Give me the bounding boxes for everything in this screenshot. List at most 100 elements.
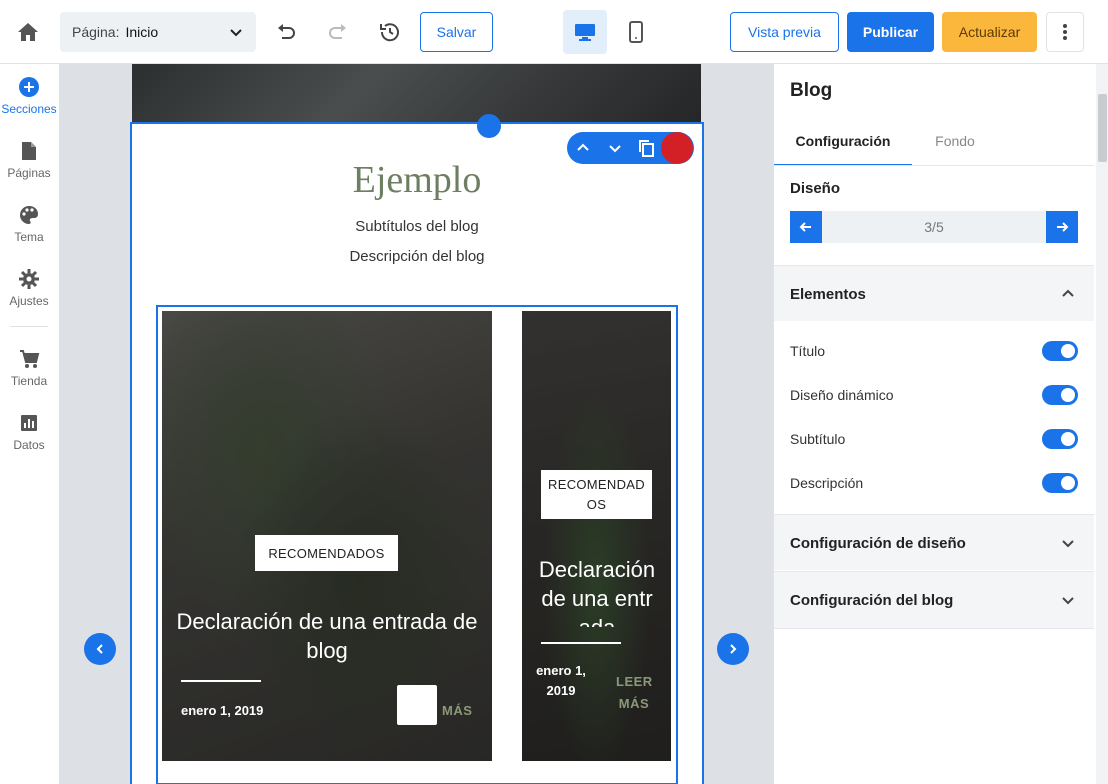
blog-config-section-header[interactable]: Configuración del blog (774, 571, 1094, 629)
blog-config-label: Configuración del blog (790, 592, 954, 609)
blog-card[interactable]: RECOMENDADOS Declaración de una entrada … (162, 311, 492, 761)
card-title[interactable]: Declaración de una entrada de blog (172, 607, 482, 665)
toggle-knob (1061, 388, 1075, 402)
design-stepper: 3/5 (790, 211, 1078, 243)
toggle-label: Subtítulo (790, 431, 846, 447)
toggle-knob (1061, 344, 1075, 358)
hero-image (132, 64, 701, 124)
card-title[interactable]: Declaración de una entrada (536, 555, 658, 627)
sidebar-item-label: Ajustes (9, 294, 49, 308)
design-config-label: Configuración de diseño (790, 535, 966, 552)
blog-card[interactable]: RECOMENDADOS Declaración de una entrada … (522, 311, 671, 761)
mobile-icon (629, 21, 643, 43)
card-date: enero 1, 2019 (181, 703, 264, 718)
arrow-left-icon (799, 222, 811, 232)
toggle-knob (1061, 432, 1075, 446)
page-icon (22, 142, 36, 160)
page-selector-value: Inicio (125, 24, 159, 40)
blog-description[interactable]: Descripción del blog (132, 248, 702, 265)
toggle-row-description: Descripción (774, 461, 1094, 505)
arrow-right-icon (1057, 222, 1069, 232)
chart-icon (21, 415, 37, 431)
toggle-row-subtitle: Subtítulo (774, 417, 1094, 461)
blog-subtitle[interactable]: Subtítulos del blog (132, 218, 702, 235)
card-read-more[interactable]: MÁS (442, 703, 472, 718)
toggle-knob (1061, 476, 1075, 490)
toggle-label: Título (790, 343, 826, 359)
sidebar-item-label: Tienda (10, 374, 48, 388)
redo-icon[interactable] (326, 20, 350, 44)
title-toggle[interactable] (1042, 341, 1078, 361)
design-prev-button[interactable] (790, 211, 822, 243)
desktop-view-button[interactable] (563, 10, 607, 54)
chevron-up-icon (1062, 289, 1074, 297)
card-divider (541, 642, 621, 644)
scrollbar-thumb[interactable] (1098, 94, 1107, 162)
panel-title: Blog (790, 80, 833, 101)
save-button[interactable]: Salvar (420, 12, 493, 52)
chevron-down-icon (1062, 540, 1074, 548)
card-placeholder-square (397, 685, 437, 725)
tab-configuration[interactable]: Configuración (774, 126, 912, 166)
plus-circle-icon (19, 77, 39, 97)
description-toggle[interactable] (1042, 473, 1078, 493)
publish-button[interactable]: Publicar (847, 12, 934, 52)
carousel-prev-button[interactable] (84, 633, 116, 665)
gear-icon (19, 269, 39, 289)
panel-scrollbar[interactable] (1096, 64, 1108, 784)
undo-icon[interactable] (274, 20, 298, 44)
preview-button[interactable]: Vista previa (730, 12, 839, 52)
editor-canvas: Ejemplo Subtítulos del blog Descripción … (60, 64, 773, 784)
history-icon[interactable] (378, 20, 402, 44)
toggle-row-dynamic-design: Diseño dinámico (774, 373, 1094, 417)
home-icon[interactable] (16, 20, 40, 44)
elements-section-header[interactable]: Elementos (774, 265, 1094, 321)
carousel-next-button[interactable] (717, 633, 749, 665)
design-value: 3/5 (924, 219, 944, 235)
dynamic-design-toggle[interactable] (1042, 385, 1078, 405)
mobile-view-button[interactable] (614, 10, 658, 54)
move-up-icon[interactable] (573, 138, 593, 158)
blog-cards-container[interactable]: RECOMENDADOS Declaración de una entrada … (156, 305, 678, 784)
blog-title[interactable]: Ejemplo (132, 158, 702, 202)
subtitle-toggle[interactable] (1042, 429, 1078, 449)
palette-icon (20, 206, 39, 224)
toggle-label: Descripción (790, 475, 864, 491)
tab-divider (774, 165, 1094, 166)
toggle-label: Diseño dinámico (790, 387, 894, 403)
tab-background[interactable]: Fondo (912, 126, 998, 166)
toggle-row-title: Título (774, 329, 1094, 373)
page-selector[interactable]: Página: Inicio (60, 12, 256, 52)
cart-icon (20, 350, 40, 368)
design-heading: Diseño (790, 180, 841, 197)
sidebar-item-store[interactable]: Tienda (0, 348, 58, 388)
blog-section[interactable]: Ejemplo Subtítulos del blog Descripción … (130, 114, 704, 784)
chevron-down-icon (230, 29, 242, 37)
sidebar-item-label: Datos (13, 438, 45, 452)
design-next-button[interactable] (1046, 211, 1078, 243)
sidebar-item-theme[interactable]: Tema (0, 204, 58, 244)
elements-heading: Elementos (790, 286, 866, 303)
card-read-more[interactable]: LEER MÁS (616, 671, 652, 715)
card-badge: RECOMENDADOS (541, 470, 652, 519)
design-config-section-header[interactable]: Configuración de diseño (774, 514, 1094, 570)
chevron-right-icon (730, 644, 737, 654)
sidebar-divider (10, 326, 48, 327)
top-toolbar: Página: Inicio Salvar Vista previa Publi… (0, 0, 1108, 64)
sidebar-item-data[interactable]: Datos (0, 412, 58, 452)
card-badge: RECOMENDADOS (255, 535, 398, 571)
left-sidebar: Secciones Páginas Tema Ajustes Tienda Da… (0, 64, 60, 784)
section-resize-handle[interactable] (477, 114, 501, 138)
sidebar-item-label: Secciones (1, 102, 57, 116)
duplicate-icon[interactable] (636, 138, 656, 158)
card-divider (181, 680, 261, 682)
settings-panel: Blog Configuración Fondo Diseño 3/5 Elem… (773, 64, 1108, 784)
move-down-icon[interactable] (605, 138, 625, 158)
more-vertical-icon (1063, 24, 1067, 40)
sidebar-item-settings[interactable]: Ajustes (0, 268, 58, 308)
sidebar-item-pages[interactable]: Páginas (0, 140, 58, 180)
sidebar-item-sections[interactable]: Secciones (0, 76, 58, 116)
update-button[interactable]: Actualizar (942, 12, 1037, 52)
desktop-icon (575, 24, 595, 41)
more-options-button[interactable] (1046, 12, 1084, 52)
